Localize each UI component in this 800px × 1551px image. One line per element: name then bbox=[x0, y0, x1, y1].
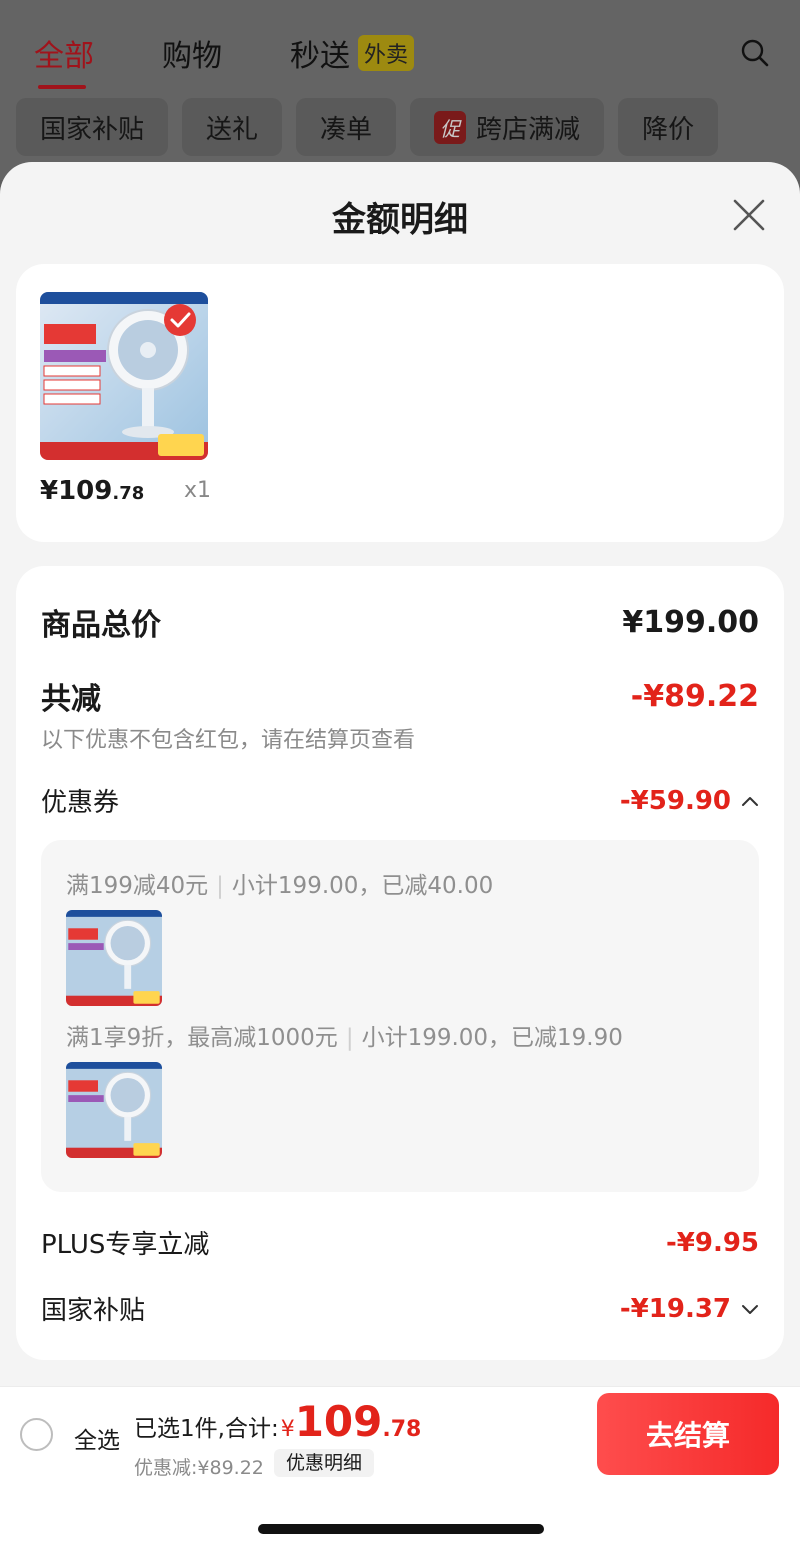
subsidy-value-wrap: -¥19.37 bbox=[620, 1294, 759, 1324]
coupon-rule-1: 满199减40元 | 小计199.00，已减40.00 bbox=[66, 866, 493, 900]
filter-chips: 国家补贴 送礼 凑单 促 跨店满减 降价 bbox=[16, 98, 800, 156]
coupon-rule-1-subtotal: 小计199.00，已减40.00 bbox=[231, 873, 494, 899]
price-detail-card: 商品总价 ¥199.00 共减 -¥89.22 以下优惠不包含红包，请在结算页查… bbox=[16, 566, 784, 1360]
plus-row: PLUS专享立减 -¥9.95 bbox=[41, 1224, 759, 1261]
coupon-1-product-thumbnail bbox=[66, 910, 162, 1006]
selected-text: 已选1件,合计: bbox=[134, 1416, 279, 1442]
checkout-bar: 全选 已选1件,合计: ¥ 109 .78 优惠减:¥89.22 优惠明细 去结… bbox=[0, 1386, 800, 1482]
product-price-dec: .78 bbox=[112, 483, 145, 504]
fan-product-thumbnail bbox=[66, 910, 162, 1006]
coupon-rule-1-text: 满199减40元 bbox=[66, 873, 209, 899]
coupon-label: 优惠券 bbox=[41, 788, 120, 818]
separator: | bbox=[216, 873, 224, 899]
coupon-row[interactable]: 优惠券 -¥59.90 bbox=[41, 782, 759, 819]
discount-detail-button[interactable]: 优惠明细 bbox=[274, 1449, 375, 1477]
chip-bundle[interactable]: 凑单 bbox=[296, 98, 397, 156]
amount-integer: 109 bbox=[294, 1397, 383, 1446]
total-value: ¥199.00 bbox=[622, 604, 759, 640]
subsidy-label: 国家补贴 bbox=[41, 1296, 146, 1326]
plus-value: -¥9.95 bbox=[665, 1227, 759, 1258]
subsidy-row[interactable]: 国家补贴 -¥19.37 bbox=[41, 1290, 759, 1327]
product-price-int: ¥109 bbox=[40, 476, 113, 506]
product-image[interactable] bbox=[40, 292, 208, 460]
home-indicator[interactable] bbox=[258, 1524, 544, 1534]
coupon-rule-2-text: 满1享9折，最高减1000元 bbox=[66, 1025, 338, 1051]
separator: | bbox=[345, 1025, 354, 1051]
total-summary: 已选1件,合计: ¥ 109 .78 bbox=[134, 1397, 421, 1446]
reduce-value: -¥89.22 bbox=[630, 678, 759, 714]
coupon-value-wrap: -¥59.90 bbox=[620, 786, 759, 816]
top-nav: 全部 购物 秒送 外卖 bbox=[34, 28, 770, 89]
plus-label: PLUS专享立减 bbox=[41, 1230, 210, 1260]
discount-note: 以下优惠不包含红包，请在结算页查看 bbox=[41, 728, 416, 753]
takeout-badge: 外卖 bbox=[358, 35, 415, 71]
chip-gift[interactable]: 送礼 bbox=[182, 98, 283, 156]
chip-price-drop[interactable]: 降价 bbox=[618, 98, 719, 156]
fan-product-thumbnail bbox=[66, 1062, 162, 1158]
checkout-button[interactable]: 去结算 bbox=[597, 1393, 779, 1475]
tab-instant-delivery-label: 秒送 bbox=[290, 39, 350, 74]
saved-amount: 优惠减:¥89.22 bbox=[134, 1457, 264, 1479]
chevron-down-icon[interactable] bbox=[741, 1303, 759, 1315]
product-card: ¥109.78 x1 bbox=[16, 264, 784, 542]
chip-cross-store-label: 跨店满减 bbox=[476, 114, 581, 145]
chevron-up-icon[interactable] bbox=[741, 795, 759, 807]
coupon-value: -¥59.90 bbox=[619, 785, 731, 816]
select-all-radio[interactable] bbox=[20, 1418, 53, 1451]
tab-instant-delivery[interactable]: 秒送 外卖 bbox=[290, 31, 415, 75]
coupon-2-product-thumbnail bbox=[66, 1062, 162, 1158]
close-icon[interactable] bbox=[732, 198, 766, 232]
amount-detail-sheet: 金额明细 ¥109.78 x1 商品总价 ¥199.00 共减 -¥89.22 … bbox=[0, 162, 800, 1551]
total-label: 商品总价 bbox=[41, 608, 161, 643]
product-quantity: x1 bbox=[184, 478, 212, 503]
chip-cross-store-discount[interactable]: 促 跨店满减 bbox=[410, 98, 605, 156]
search-icon[interactable] bbox=[740, 38, 770, 68]
promo-badge: 促 bbox=[434, 110, 467, 144]
product-price: ¥109.78 bbox=[40, 476, 144, 506]
coupon-rule-2: 满1享9折，最高减1000元 | 小计199.00，已减19.90 bbox=[66, 1018, 623, 1052]
sheet-title: 金额明细 bbox=[332, 200, 468, 240]
fan-product-thumbnail bbox=[40, 292, 208, 460]
tab-shopping[interactable]: 购物 bbox=[162, 31, 222, 75]
total-row: 商品总价 ¥199.00 bbox=[41, 600, 759, 644]
tab-all[interactable]: 全部 bbox=[34, 31, 94, 89]
home-indicator-area bbox=[0, 1482, 800, 1551]
amount-symbol: ¥ bbox=[280, 1417, 295, 1442]
coupon-rule-2-subtotal: 小计199.00，已减19.90 bbox=[361, 1025, 623, 1051]
select-all-label[interactable]: 全选 bbox=[74, 1421, 120, 1455]
chip-national-subsidy[interactable]: 国家补贴 bbox=[16, 98, 169, 156]
background-header: 全部 购物 秒送 外卖 国家补贴 送礼 凑单 促 跨店满减 降价 bbox=[0, 0, 800, 180]
coupon-detail-box: 满199减40元 | 小计199.00，已减40.00 满1享9折，最高减1000元… bbox=[41, 840, 759, 1192]
reduce-label: 共减 bbox=[41, 682, 101, 717]
amount-decimal: .78 bbox=[382, 1417, 422, 1442]
subsidy-value: -¥19.37 bbox=[619, 1293, 731, 1324]
reduce-row: 共减 -¥89.22 bbox=[41, 674, 759, 718]
